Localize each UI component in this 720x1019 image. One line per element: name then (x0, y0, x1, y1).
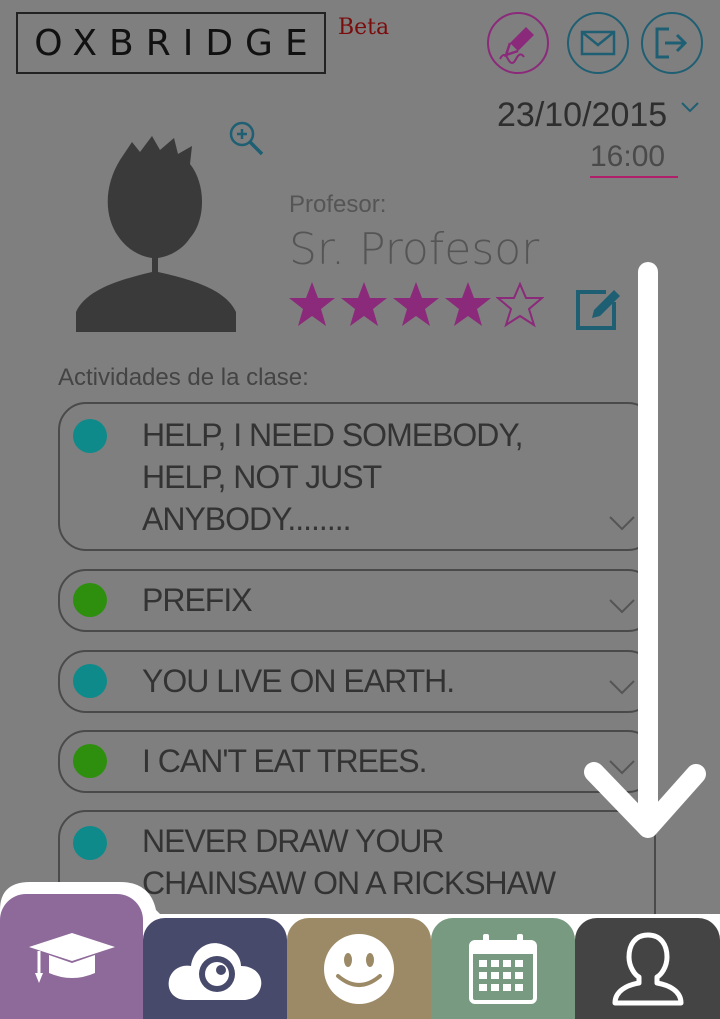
logout-icon (655, 27, 688, 59)
star-filled-icon[interactable] (444, 280, 492, 328)
activity-text: HELP, I NEED SOMEBODY, HELP, NOT JUST AN… (142, 417, 524, 537)
tab-cloud[interactable] (143, 918, 287, 1019)
beta-badge: Beta (338, 15, 390, 40)
status-dot (73, 583, 107, 617)
teacher-label: Profesor: (289, 191, 387, 218)
tab-profile[interactable] (575, 918, 720, 1019)
chevron-down-icon[interactable] (680, 100, 700, 114)
star-filled-icon[interactable] (340, 280, 388, 328)
user-icon (612, 932, 683, 1005)
teacher-rating[interactable] (288, 280, 544, 328)
star-empty-icon[interactable] (496, 280, 544, 328)
activity-text: I CAN'T EAT TREES. (142, 743, 427, 779)
status-dot (73, 744, 107, 778)
date-selector[interactable]: 23/10/2015 (497, 96, 667, 135)
activities-title: Actividades de la clase: (58, 364, 309, 391)
activity-item[interactable]: I CAN'T EAT TREES. (58, 730, 656, 793)
logout-button[interactable] (641, 12, 703, 74)
status-dot (73, 419, 107, 453)
status-dot (73, 826, 107, 860)
teacher-name: Sr. Profesor (289, 224, 540, 275)
tab-mood[interactable] (287, 918, 431, 1019)
activity-item[interactable]: HELP, I NEED SOMEBODY, HELP, NOT JUST AN… (58, 402, 656, 551)
tab-calendar[interactable] (431, 918, 575, 1019)
mail-icon (580, 30, 616, 56)
graduation-cap-icon (28, 932, 115, 983)
star-filled-icon[interactable] (392, 280, 440, 328)
app-logo: OXBRIDGE (16, 12, 326, 74)
cloud-eye-icon (168, 942, 262, 1000)
activity-text: YOU LIVE ON EARTH. (142, 663, 455, 699)
scroll-down-arrow-icon (584, 262, 706, 838)
star-filled-icon[interactable] (288, 280, 336, 328)
activity-item[interactable]: PREFIX (58, 569, 656, 632)
status-dot (73, 664, 107, 698)
time-underline (590, 176, 678, 178)
calendar-icon (469, 933, 537, 1004)
time-value[interactable]: 16:00 (590, 140, 665, 178)
pen-signature-icon (499, 27, 534, 64)
sign-button[interactable] (487, 12, 549, 74)
smiley-icon (324, 933, 394, 1004)
activity-item[interactable]: YOU LIVE ON EARTH. (58, 650, 656, 713)
activity-text: PREFIX (142, 582, 253, 618)
tab-courses[interactable] (0, 894, 143, 1019)
teacher-avatar (76, 136, 236, 332)
mail-button[interactable] (567, 12, 629, 74)
